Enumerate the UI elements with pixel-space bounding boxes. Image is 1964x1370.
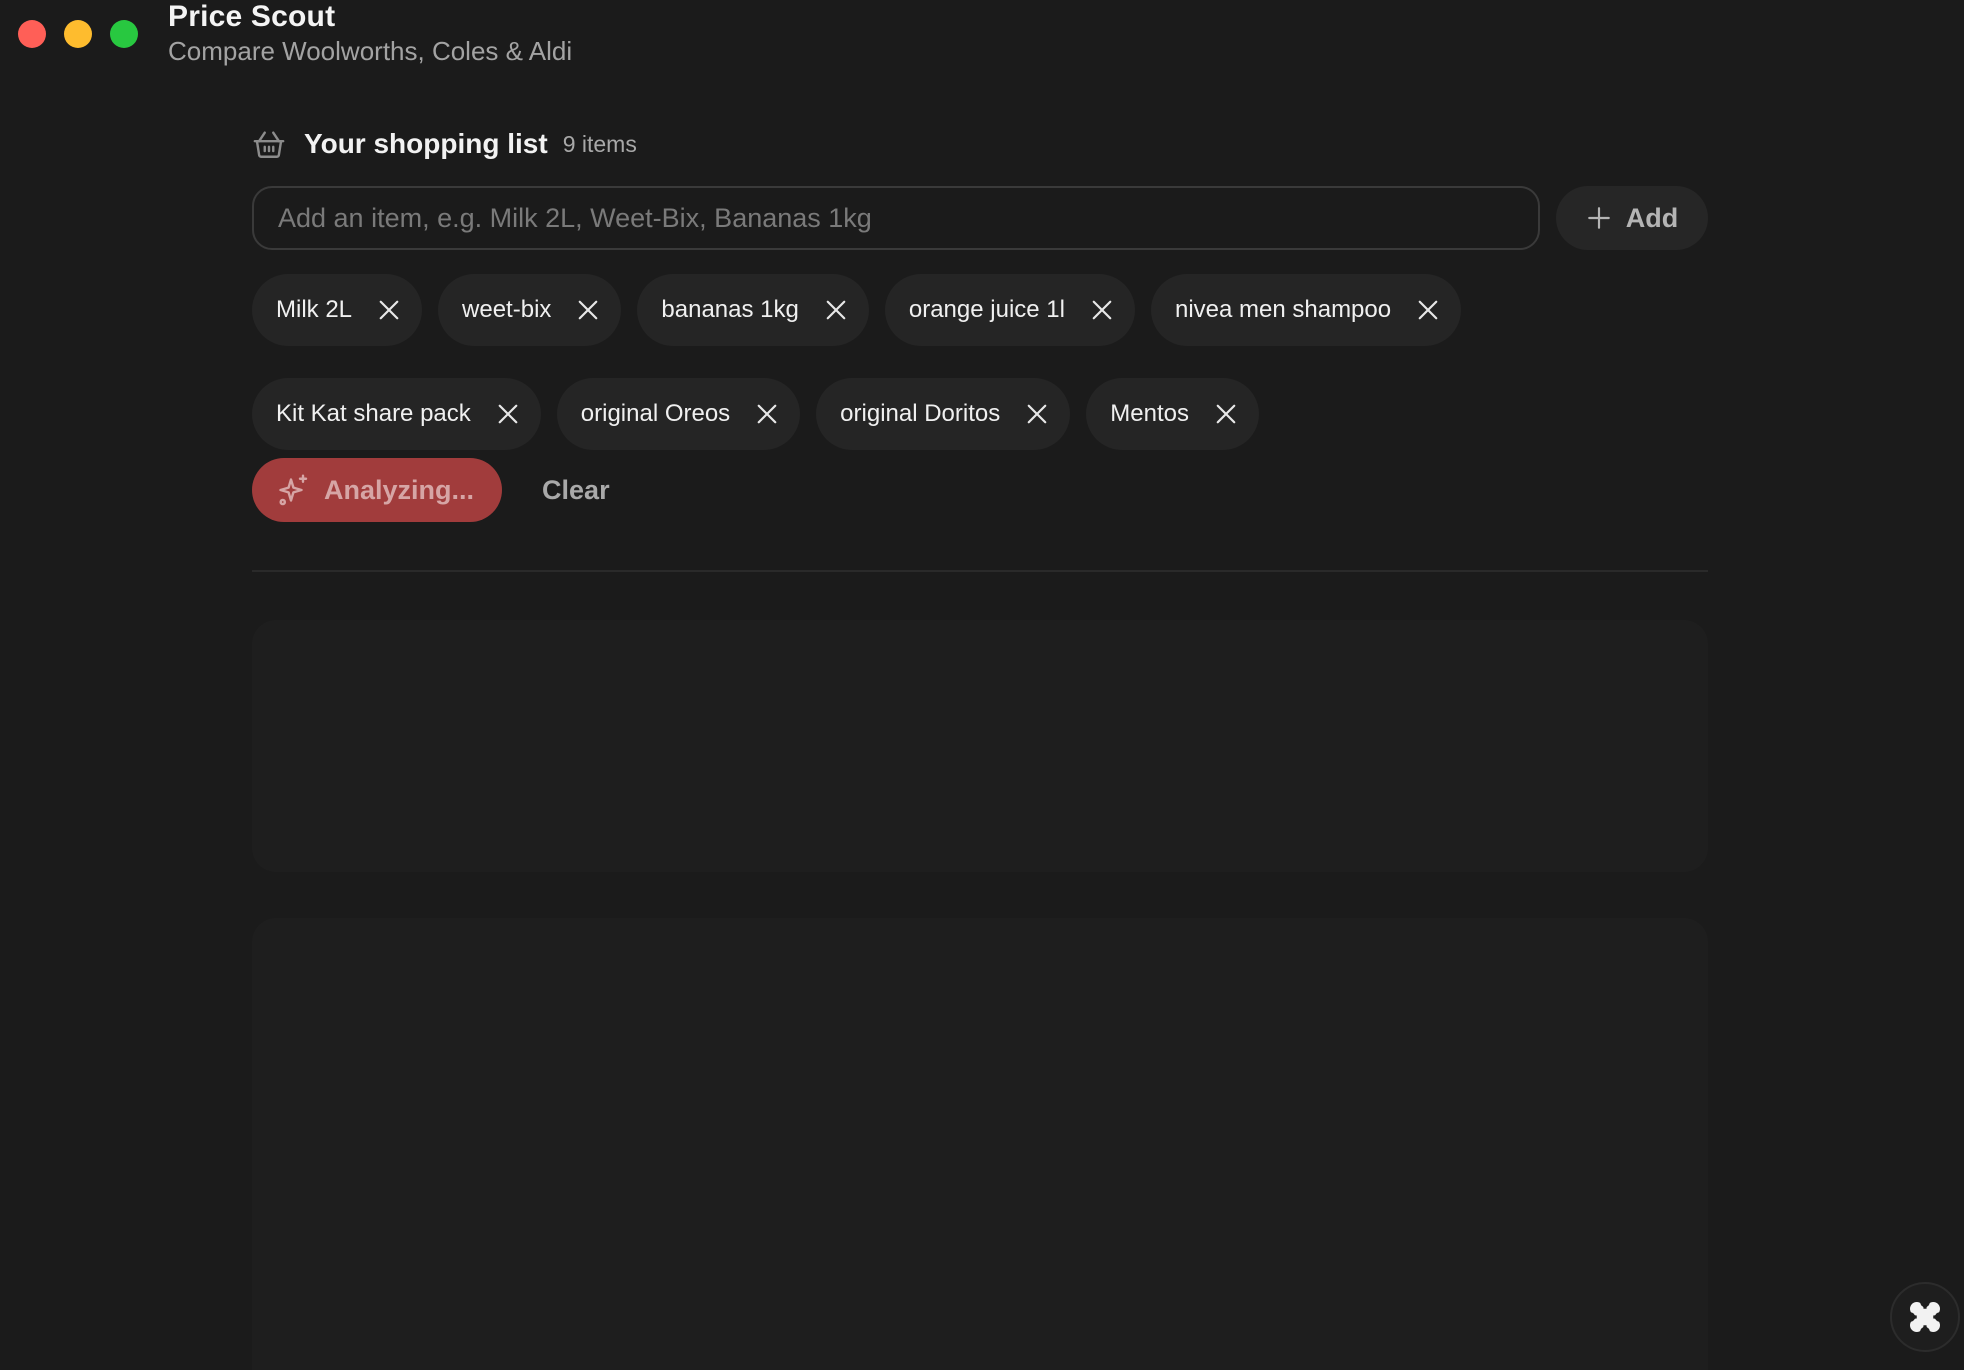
remove-item-icon[interactable] — [1213, 401, 1239, 427]
item-chip-label: Milk 2L — [276, 296, 353, 323]
remove-item-icon[interactable] — [823, 297, 849, 323]
loading-placeholder-card — [252, 918, 1708, 1370]
shopping-list-header: Your shopping list 9 items — [252, 124, 637, 164]
remove-item-icon[interactable] — [495, 401, 521, 427]
app-title: Price Scout — [168, 0, 336, 33]
list-actions: Analyzing... Clear — [252, 458, 610, 522]
clear-button[interactable]: Clear — [542, 475, 610, 506]
shopping-list-title: Your shopping list — [304, 128, 548, 159]
item-chip-label: original Doritos — [840, 400, 1001, 427]
remove-item-icon[interactable] — [1089, 297, 1115, 323]
add-button-label: Add — [1625, 202, 1679, 233]
item-chip: original Doritos — [816, 378, 1071, 450]
close-window-button[interactable] — [18, 20, 46, 48]
item-chip-label: bananas 1kg — [661, 296, 799, 323]
window-controls — [18, 20, 138, 48]
item-chip-label: original Oreos — [580, 400, 731, 427]
analyze-button[interactable]: Analyzing... — [252, 458, 503, 522]
add-item-input[interactable] — [252, 186, 1540, 250]
item-chip-label: Kit Kat share pack — [276, 400, 471, 427]
add-item-row: Add — [252, 186, 1708, 250]
item-chip: bananas 1kg — [637, 274, 869, 346]
remove-item-icon[interactable] — [754, 401, 780, 427]
clover-icon — [1907, 1299, 1943, 1335]
item-chip: Kit Kat share pack — [252, 378, 541, 450]
item-chip-label: orange juice 1l — [908, 296, 1065, 323]
remove-item-icon[interactable] — [1024, 401, 1050, 427]
item-chip-label: Mentos — [1110, 400, 1189, 427]
section-divider — [252, 570, 1708, 572]
remove-item-icon[interactable] — [1415, 297, 1441, 323]
remove-item-icon[interactable] — [575, 297, 601, 323]
item-chip: Mentos — [1086, 378, 1259, 450]
add-button[interactable]: Add — [1556, 186, 1708, 250]
minimize-window-button[interactable] — [64, 20, 92, 48]
plus-icon — [1586, 205, 1612, 231]
item-chips: Milk 2L weet-bix bananas 1kg orange juic… — [252, 274, 1712, 450]
item-count: 9 items — [562, 130, 637, 157]
item-chip: Milk 2L — [252, 274, 423, 346]
item-chip: original Oreos — [556, 378, 801, 450]
item-chip-label: nivea men shampoo — [1174, 296, 1392, 323]
analyze-button-label: Analyzing... — [324, 474, 475, 505]
app-subtitle: Compare Woolworths, Coles & Aldi — [168, 36, 573, 66]
app-window: Price Scout Compare Woolworths, Coles & … — [0, 0, 1964, 1370]
item-chip-label: weet-bix — [462, 296, 552, 323]
floating-action-button[interactable] — [1890, 1282, 1960, 1352]
loading-placeholder-card — [252, 620, 1708, 872]
item-chip: weet-bix — [438, 274, 622, 346]
maximize-window-button[interactable] — [110, 20, 138, 48]
item-chip: orange juice 1l — [884, 274, 1135, 346]
remove-item-icon[interactable] — [376, 297, 402, 323]
basket-icon — [252, 127, 286, 161]
sparkles-icon — [276, 472, 312, 508]
item-chip: nivea men shampoo — [1150, 274, 1462, 346]
